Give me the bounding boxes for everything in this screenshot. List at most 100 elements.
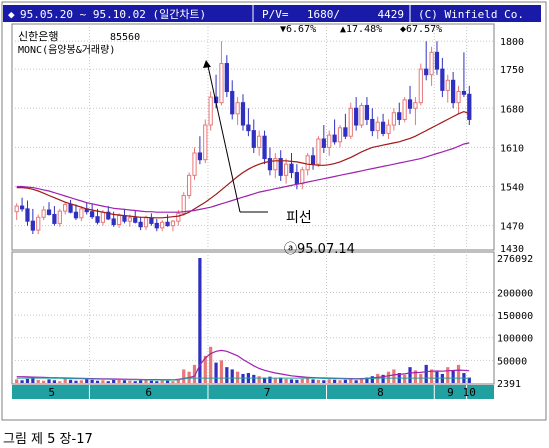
candle-up — [327, 134, 332, 148]
candle-down — [46, 209, 52, 215]
candle-up — [176, 212, 181, 222]
volume-bar — [52, 380, 57, 383]
header-copyright: (C) Winfield Co. — [418, 8, 524, 21]
volume-bar — [386, 371, 391, 383]
candle-up — [375, 121, 380, 132]
volume-bar — [435, 371, 439, 383]
volume-bar — [58, 381, 62, 383]
candle-up — [203, 124, 208, 161]
stock-name: 신한은행 — [18, 30, 58, 43]
volume-bar — [160, 380, 164, 383]
candle-up — [14, 205, 19, 213]
volume-bar — [456, 364, 461, 383]
candle-down — [138, 221, 143, 228]
volume-bar — [182, 369, 186, 383]
month-axis-bar — [12, 385, 494, 399]
candle-up — [127, 217, 132, 222]
price-axis: 1800175016801610154014701430 — [500, 37, 524, 255]
candle-down — [332, 134, 337, 143]
volume-bar — [15, 379, 19, 383]
volume-bar — [219, 360, 224, 383]
volume-bar — [359, 378, 364, 383]
candle-down — [310, 155, 316, 165]
volume-bar — [332, 379, 337, 383]
candle-down — [246, 124, 251, 132]
candle-down — [262, 135, 267, 160]
header-pv-label: P/V= — [262, 8, 289, 21]
volume-tick-label: 276092 — [497, 254, 533, 265]
volume-bar — [306, 378, 310, 383]
volume-bar — [327, 379, 331, 383]
candle-down — [154, 222, 159, 229]
volume-bar — [95, 380, 100, 383]
candle-up — [305, 155, 310, 171]
volume-tick-label: 100000 — [497, 334, 533, 345]
volume-bar — [68, 379, 73, 383]
volume-bar — [354, 380, 358, 383]
volume-bar — [284, 378, 288, 383]
volume-bar — [451, 370, 455, 383]
candle-down — [90, 211, 95, 218]
figure-caption: 그림 제 5 장-17 — [3, 432, 93, 447]
volume-bar — [47, 379, 51, 383]
candle-up — [219, 63, 224, 104]
candle-up — [79, 208, 84, 219]
volume-bar — [74, 380, 78, 383]
price-tick-label: 1610 — [500, 143, 524, 154]
volume-bar — [322, 380, 326, 383]
volume-bar — [112, 379, 116, 383]
volume-bar — [349, 379, 353, 383]
stock-price: 85560 — [110, 32, 140, 43]
price-tick-label: 1540 — [500, 183, 524, 194]
volume-bar — [139, 380, 143, 383]
candle-down — [407, 99, 413, 109]
stat-up-pct: ▲17.48% — [340, 24, 382, 35]
candle-down — [424, 68, 429, 76]
stat-diamond-pct: ◆67.57% — [400, 24, 442, 35]
volume-bar — [370, 376, 374, 383]
candle-down — [52, 213, 57, 224]
candle-down — [289, 163, 294, 174]
volume-bar — [225, 367, 229, 383]
volume-bar — [79, 380, 83, 383]
candle-up — [181, 194, 186, 214]
candle-down — [230, 90, 235, 115]
candle-down — [467, 93, 472, 120]
candle-down — [133, 217, 138, 223]
volume-bar — [230, 369, 234, 383]
volume-bar — [42, 380, 46, 383]
candle-down — [440, 68, 445, 91]
volume-tick-label: 2391 — [497, 379, 521, 390]
candle-up — [63, 203, 68, 212]
candle-up — [235, 102, 240, 115]
candle-down — [19, 205, 25, 210]
annotation-label: 피선 — [286, 210, 312, 226]
candle-up — [283, 163, 289, 176]
candle-down — [149, 217, 154, 224]
candle-down — [73, 211, 79, 219]
candle-down — [294, 172, 299, 185]
candle-up — [402, 99, 407, 120]
candle-down — [165, 221, 170, 227]
candle-up — [208, 96, 213, 126]
volume-bar — [235, 371, 240, 383]
candle-up — [100, 211, 106, 223]
candle-up — [456, 90, 461, 104]
candle-down — [370, 118, 375, 132]
candle-up — [36, 216, 41, 231]
candle-up — [160, 221, 165, 229]
candle-up — [413, 102, 418, 109]
month-label: 8 — [377, 386, 384, 399]
stock-chart-frame: ◆ 95.05.20 ~ 95.10.02 (일간차트) P/V= 1680/ … — [1, 1, 547, 421]
volume-bar — [403, 374, 407, 383]
volume-bar — [252, 374, 256, 383]
volume-bar — [122, 380, 127, 383]
price-tick-label: 1750 — [500, 65, 524, 76]
volume-tick-label: 50000 — [497, 356, 527, 367]
month-label: 5 — [48, 386, 55, 399]
volume-bar — [408, 367, 412, 383]
candle-down — [30, 220, 35, 231]
price-tick-label: 1800 — [500, 37, 524, 48]
volume-bar — [36, 379, 40, 383]
volume-bar — [424, 364, 428, 383]
